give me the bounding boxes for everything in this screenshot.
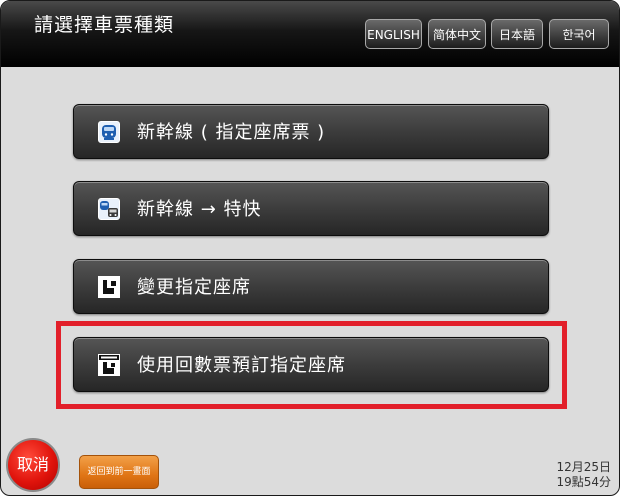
cancel-button[interactable]: 取消 <box>6 438 60 492</box>
language-korean-button[interactable]: 한국어 <box>549 19 609 49</box>
language-english-button[interactable]: ENGLISH <box>365 19 422 49</box>
change-reserved-seat-button[interactable]: 變更指定座席 <box>73 259 549 314</box>
language-simplified-chinese-button[interactable]: 简体中文 <box>428 19 486 49</box>
back-to-previous-screen-button[interactable]: 返回到前一畫面 <box>79 455 159 489</box>
time-text: 19點54分 <box>556 475 611 489</box>
page-title: 請選擇車票種類 <box>34 14 175 36</box>
language-japanese-button[interactable]: 日本語 <box>491 19 543 49</box>
shinkansen-reserved-seat-button[interactable]: 新幹線 ( 指定座席票 ) <box>73 104 549 159</box>
menu-item-label: 變更指定座席 <box>137 277 251 298</box>
shinkansen-to-express-button[interactable]: 新幹線 → 特快 <box>73 181 549 236</box>
shinkansen-train-icon <box>98 121 120 143</box>
change-seat-icon <box>98 276 120 298</box>
date-text: 12月25日 <box>556 460 611 474</box>
menu-item-label: 新幹線 ( 指定座席票 ) <box>137 122 326 143</box>
date-time-display: 12月25日 19點54分 <box>556 460 611 490</box>
highlight-frame <box>56 321 567 409</box>
shinkansen-to-express-icon <box>98 198 120 220</box>
header-bar: 請選擇車票種類 ENGLISH 简体中文 日本語 한국어 <box>1 1 619 67</box>
ticket-machine-screen: 請選擇車票種類 ENGLISH 简体中文 日本語 한국어 新幹線 ( 指定座席票… <box>0 0 620 496</box>
menu-item-label: 新幹線 → 特快 <box>137 199 262 220</box>
